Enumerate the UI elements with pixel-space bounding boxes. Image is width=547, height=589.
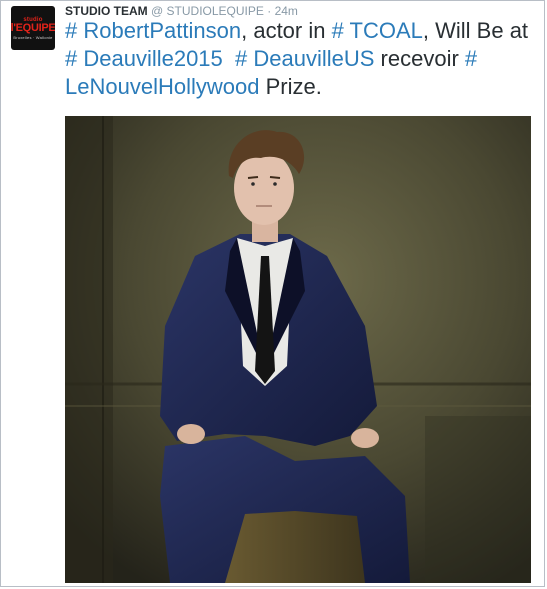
avatar-logo-text: l'EQUIPE [11, 21, 55, 34]
account-handle[interactable]: @ STUDIOLEQUIPE [151, 4, 264, 18]
portrait-image [65, 116, 531, 583]
tweet-text: # RobertPattinson, actor in # TCOAL, Wil… [65, 17, 535, 101]
hashtag-robertpattinson[interactable]: # RobertPattinson [65, 18, 241, 43]
timestamp[interactable]: 24m [275, 4, 298, 18]
avatar-text-bottom: Bruxelles · Wallonie [13, 34, 53, 40]
tweet-text-segment: Prize. [259, 74, 322, 99]
separator: · [267, 4, 272, 18]
tweet-photo[interactable] [65, 116, 531, 583]
tweet-text-spacer [223, 46, 235, 71]
tweet-header: STUDIO TEAM @ STUDIOLEQUIPE · 24m [65, 4, 298, 18]
hashtag-deauvilleus[interactable]: # DeauvilleUS [235, 46, 374, 71]
avatar[interactable]: studio l'EQUIPE Bruxelles · Wallonie [11, 6, 55, 50]
tweet-text-segment: , actor in [241, 18, 332, 43]
account-name[interactable]: STUDIO TEAM [65, 4, 148, 18]
tweet-text-segment: recevoir [374, 46, 465, 71]
hashtag-tcoal[interactable]: # TCOAL [332, 18, 423, 43]
tweet-text-segment: , Will Be at [422, 18, 529, 43]
hashtag-deauville2015[interactable]: # Deauville2015 [65, 46, 223, 71]
